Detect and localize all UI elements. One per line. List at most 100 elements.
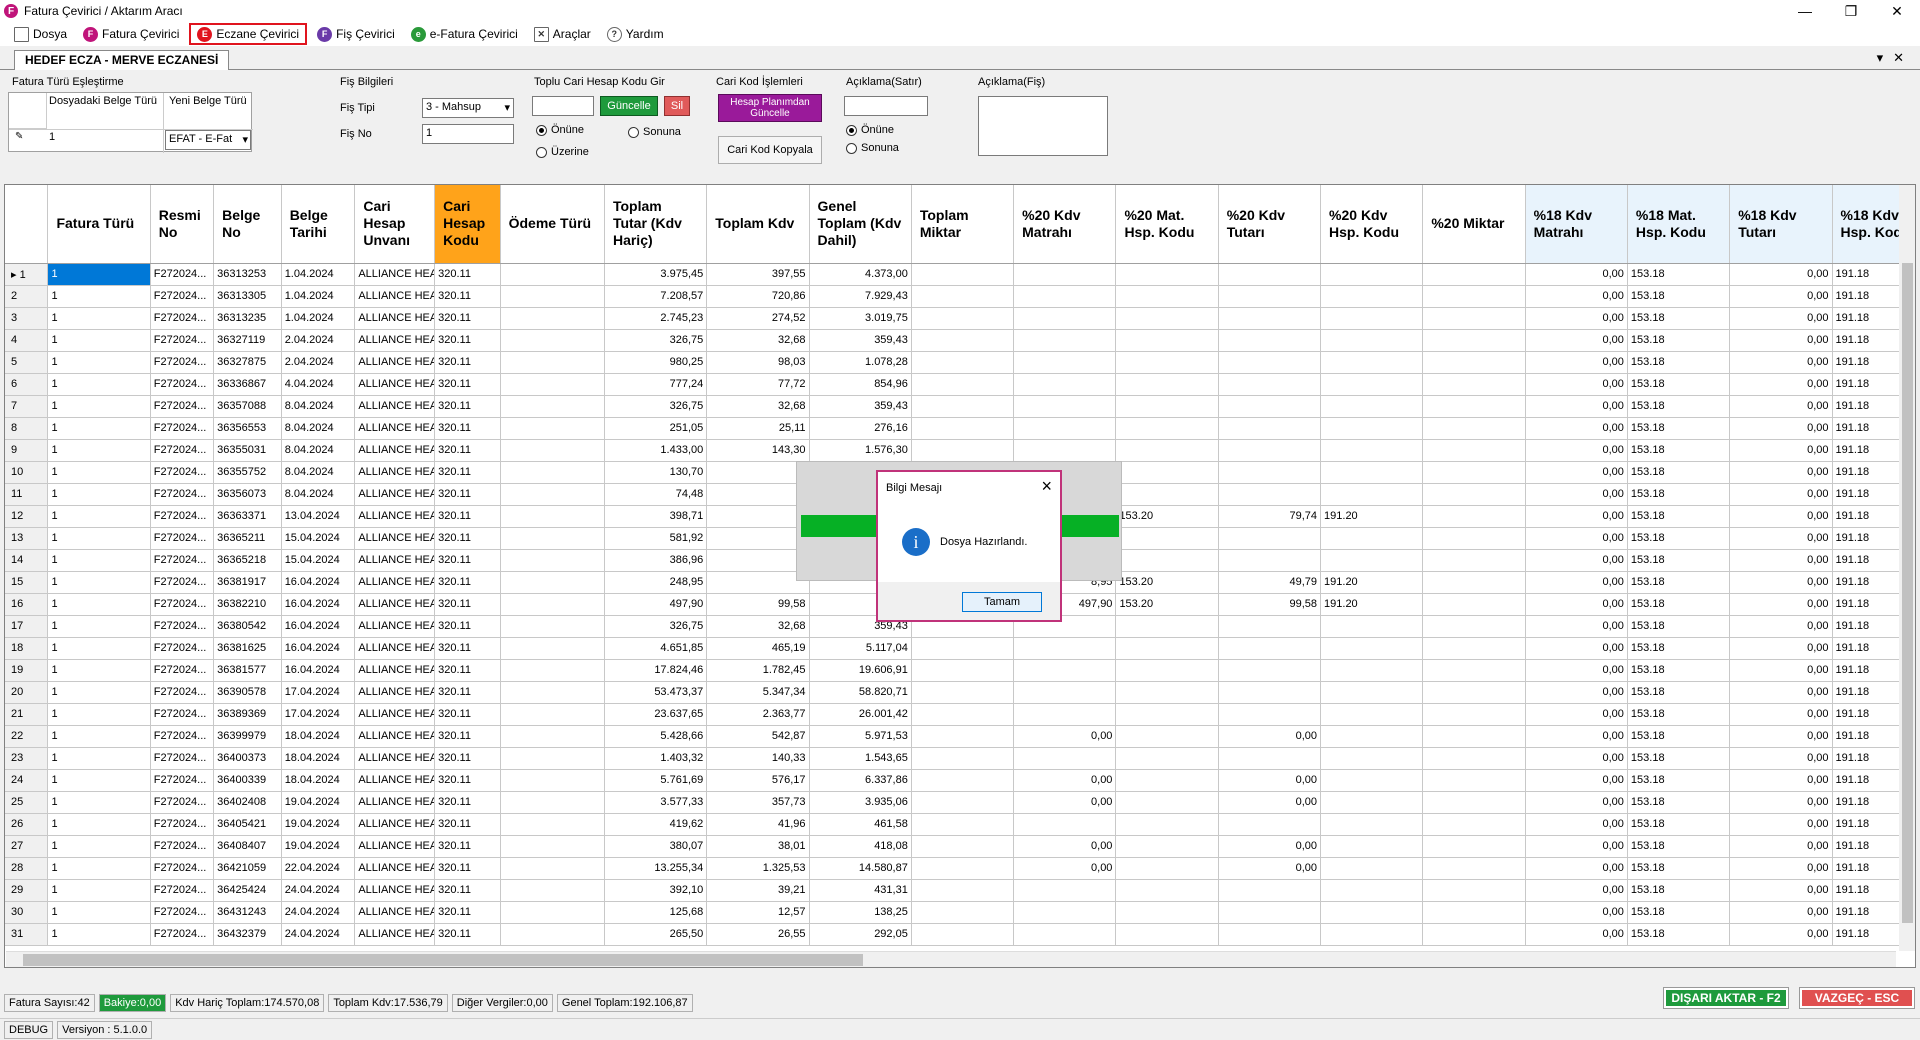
table-cell[interactable]: 465,19 [706,637,810,660]
table-cell[interactable]: 153.18 [1627,901,1731,924]
table-cell[interactable]: 980,25 [604,351,708,374]
table-cell[interactable]: 398,71 [604,505,708,528]
table-row[interactable]: 21 1 F272024... 36389369 17.04.2024 ALLIANCE … [5,703,1915,726]
table-cell[interactable] [911,681,1015,704]
table-cell[interactable]: 0,00 [1525,813,1628,836]
table-cell[interactable] [1320,373,1424,396]
scroll-thumb[interactable] [1902,263,1913,923]
table-cell[interactable]: 0,00 [1729,483,1833,506]
table-cell[interactable]: 99,58 [1218,593,1322,616]
table-cell[interactable]: F272024... [150,879,215,902]
table-cell[interactable]: 320.11 [434,549,501,572]
table-cell[interactable] [1320,703,1424,726]
table-cell[interactable]: 7.208,57 [604,285,708,308]
row-number[interactable]: 30 [5,901,49,924]
table-cell[interactable]: 0,00 [1525,791,1628,814]
table-cell[interactable] [1320,791,1424,814]
column-header[interactable]: Fatura Türü [47,185,151,264]
table-cell[interactable]: F272024... [150,857,215,880]
table-cell[interactable] [1422,373,1526,396]
column-header[interactable]: %20 Mat. Hsp. Kodu [1115,185,1219,264]
table-cell[interactable] [1422,835,1526,858]
tab-hedef-ecza[interactable]: HEDEF ECZA - MERVE ECZANESİ [14,50,230,70]
table-cell[interactable]: 4.373,00 [809,263,912,286]
column-header[interactable]: Genel Toplam (Kdv Dahil) [809,185,912,264]
table-cell[interactable]: 138,25 [809,901,912,924]
table-cell[interactable]: ALLIANCE HEA... [354,813,436,836]
table-cell[interactable]: F272024... [150,901,215,924]
close-icon[interactable]: ✕ [1874,0,1920,22]
table-cell[interactable] [911,439,1015,462]
table-cell[interactable]: 41,96 [706,813,810,836]
table-cell[interactable] [1218,549,1322,572]
table-cell[interactable]: 153.18 [1627,527,1731,550]
row-number[interactable]: 7 [5,395,49,418]
table-cell[interactable]: 0,00 [1525,637,1628,660]
table-cell[interactable]: 0,00 [1525,439,1628,462]
table-cell[interactable]: 153.20 [1115,571,1219,594]
table-cell[interactable] [706,505,810,528]
table-cell[interactable] [1422,901,1526,924]
table-cell[interactable]: 36357088 [213,395,282,418]
table-cell[interactable]: 397,55 [706,263,810,286]
table-cell[interactable] [1115,615,1219,638]
table-cell[interactable] [500,791,605,814]
table-cell[interactable] [706,549,810,572]
table-row[interactable]: 29 1 F272024... 36425424 24.04.2024 ALLIANCE … [5,879,1915,902]
table-cell[interactable]: ALLIANCE HEA... [354,747,436,770]
table-cell[interactable] [500,681,605,704]
table-cell[interactable]: F272024... [150,351,215,374]
aciklama-fis-textarea[interactable] [978,96,1108,156]
table-cell[interactable]: 140,33 [706,747,810,770]
table-cell[interactable] [500,659,605,682]
table-cell[interactable] [911,373,1015,396]
table-cell[interactable]: 1 [47,571,151,594]
table-cell[interactable]: 777,24 [604,373,708,396]
table-cell[interactable]: 36363371 [213,505,282,528]
table-cell[interactable]: 8.04.2024 [281,417,356,440]
table-cell[interactable] [911,307,1015,330]
table-cell[interactable]: 0,00 [1525,769,1628,792]
column-header[interactable]: Resmi No [150,185,215,264]
table-cell[interactable]: 36356073 [213,483,282,506]
table-cell[interactable] [911,835,1015,858]
table-cell[interactable]: 0,00 [1013,835,1117,858]
table-cell[interactable]: F272024... [150,571,215,594]
table-cell[interactable]: 18.04.2024 [281,769,356,792]
row-number[interactable]: 8 [5,417,49,440]
table-cell[interactable]: 292,05 [809,923,912,946]
table-cell[interactable] [1218,637,1322,660]
table-cell[interactable] [1115,769,1219,792]
table-row[interactable]: 30 1 F272024... 36431243 24.04.2024 ALLIANCE … [5,901,1915,924]
table-cell[interactable]: ALLIANCE HEA... [354,901,436,924]
table-cell[interactable] [1422,439,1526,462]
table-cell[interactable]: 15.04.2024 [281,549,356,572]
table-cell[interactable]: 17.824,46 [604,659,708,682]
table-cell[interactable]: 0,00 [1729,835,1833,858]
table-cell[interactable]: 4.04.2024 [281,373,356,396]
table-cell[interactable]: ALLIANCE HEA... [354,307,436,330]
table-cell[interactable]: ALLIANCE HEA... [354,593,436,616]
table-cell[interactable]: 99,58 [706,593,810,616]
table-cell[interactable] [1422,813,1526,836]
table-cell[interactable] [1422,549,1526,572]
row-number[interactable]: 12 [5,505,49,528]
table-cell[interactable] [1422,615,1526,638]
table-cell[interactable]: 5.347,34 [706,681,810,704]
table-cell[interactable]: 0,00 [1729,703,1833,726]
table-cell[interactable]: 0,00 [1729,571,1833,594]
table-cell[interactable]: F272024... [150,483,215,506]
table-cell[interactable]: F272024... [150,747,215,770]
table-row[interactable]: 23 1 F272024... 36400373 18.04.2024 ALLIANCE … [5,747,1915,770]
table-cell[interactable]: 153.18 [1627,879,1731,902]
table-cell[interactable]: 461,58 [809,813,912,836]
table-cell[interactable] [1115,307,1219,330]
table-cell[interactable] [1320,483,1424,506]
table-cell[interactable]: 153.18 [1627,439,1731,462]
table-cell[interactable]: 2.04.2024 [281,329,356,352]
table-cell[interactable]: 1 [47,549,151,572]
table-cell[interactable] [1422,351,1526,374]
table-cell[interactable]: 0,00 [1218,725,1322,748]
table-cell[interactable]: ALLIANCE HEA... [354,791,436,814]
table-cell[interactable]: 36389369 [213,703,282,726]
